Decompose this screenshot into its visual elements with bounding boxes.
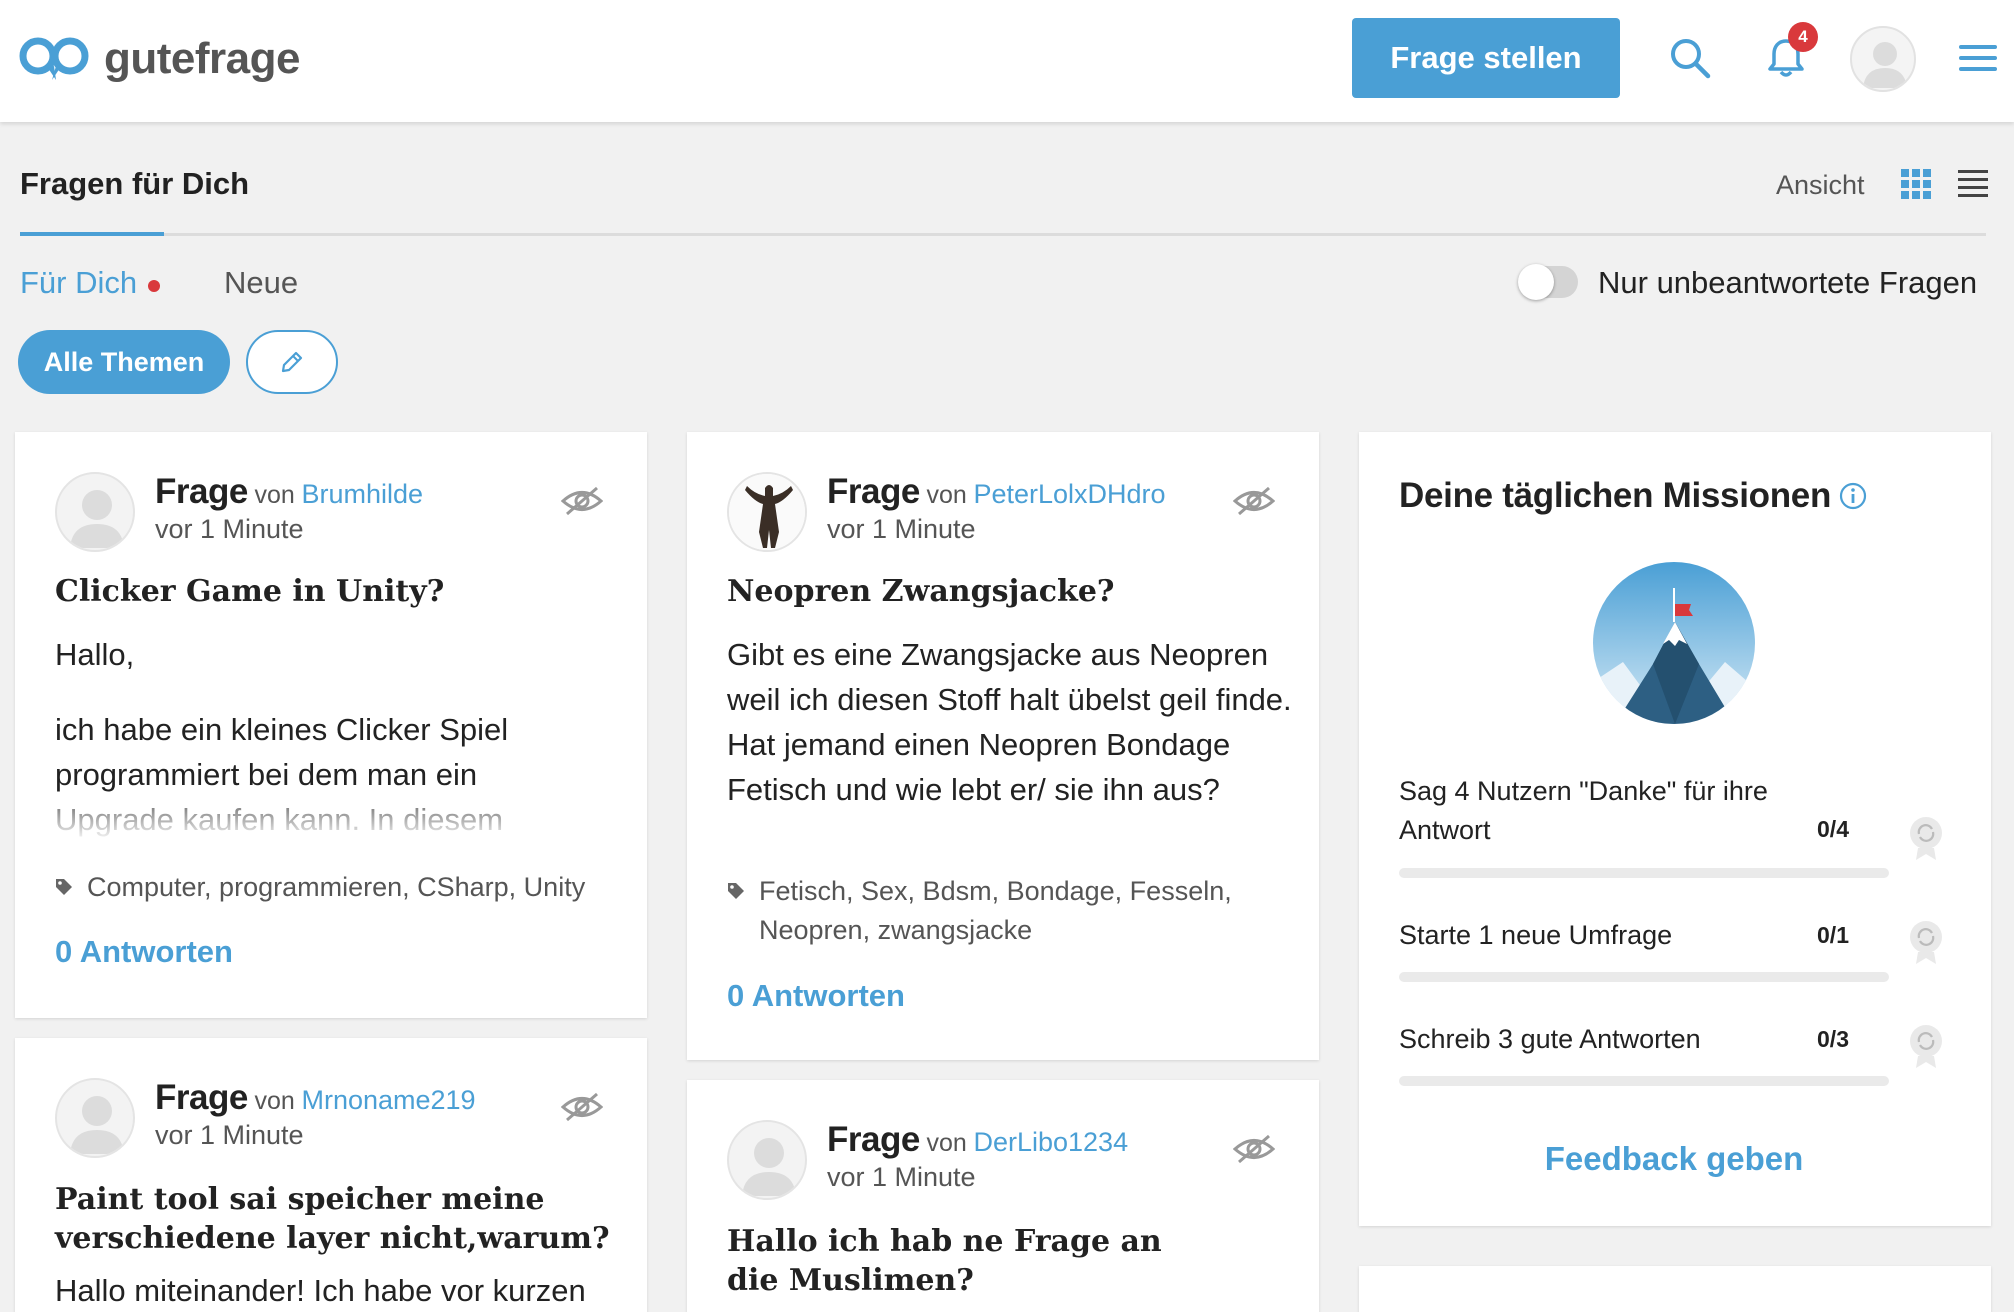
avatar[interactable] — [727, 1120, 807, 1200]
question-card[interactable]: Frage von Brumhilde vor 1 Minute Clicker… — [15, 432, 647, 1018]
info-icon[interactable] — [1839, 482, 1867, 515]
mission-progress-bar — [1399, 1076, 1889, 1086]
by-label: von — [926, 1129, 967, 1157]
timestamp: vor 1 Minute — [827, 1162, 976, 1192]
question-label: Frage — [155, 1078, 248, 1117]
reward-badge-icon — [1907, 814, 1991, 867]
search-icon[interactable] — [1660, 28, 1720, 88]
grid-view-icon[interactable] — [1900, 168, 1932, 205]
mission-count: 0/4 — [1817, 816, 1849, 842]
all-topics-button[interactable]: Alle Themen — [18, 330, 230, 394]
question-title[interactable]: Neopren Zwangsjacke? — [727, 572, 1287, 611]
tag-list: Computer, programmieren, CSharp, Unity — [55, 868, 615, 907]
mission-progress-bar — [1399, 868, 1889, 878]
question-title[interactable]: Hallo ich hab ne Frage an die Muslimen? — [727, 1222, 1207, 1300]
sidebar-card — [1359, 1266, 1991, 1312]
title-underline — [20, 232, 164, 236]
reward-badge-icon — [1907, 918, 1991, 971]
timestamp: vor 1 Minute — [827, 514, 976, 544]
mission-text: Sag 4 Nutzern "Danke" für ihre Antwort — [1399, 776, 1768, 845]
question-title[interactable]: Paint tool sai speicher meine verschiede… — [55, 1180, 615, 1258]
mission-item: Starte 1 neue Umfrage 0/1 — [1399, 916, 1889, 982]
question-card[interactable]: Frage von Mrnoname219 vor 1 Minute Paint… — [15, 1038, 647, 1312]
mission-count: 0/3 — [1817, 1026, 1849, 1052]
edit-topics-button[interactable] — [246, 330, 338, 394]
tab-neue[interactable]: Neue — [224, 265, 298, 301]
hide-eye-icon[interactable] — [1232, 486, 1276, 521]
toggle-knob[interactable] — [1518, 264, 1554, 300]
avatar[interactable] — [727, 472, 807, 552]
view-label: Ansicht — [1776, 170, 1865, 200]
by-label: von — [254, 481, 295, 509]
logo-icon — [19, 37, 89, 80]
question-label: Frage — [827, 472, 920, 511]
question-card[interactable]: Frage von DerLibo1234 vor 1 Minute Hallo… — [687, 1080, 1319, 1312]
list-view-icon[interactable] — [1958, 168, 1988, 205]
mission-count: 0/1 — [1817, 922, 1849, 948]
feedback-link[interactable]: Feedback geben — [1359, 1140, 1989, 1178]
mission-text: Schreib 3 gute Antworten — [1399, 1024, 1701, 1054]
pencil-icon — [281, 351, 303, 373]
logo[interactable]: gutefrage — [18, 30, 300, 88]
menu-icon[interactable] — [1948, 28, 2008, 88]
user-avatar[interactable] — [1850, 26, 1916, 92]
top-bar: gutefrage Frage stellen 4 — [0, 0, 2014, 122]
unanswered-toggle-label: Nur unbeantwortete Fragen — [1598, 265, 1978, 300]
timestamp: vor 1 Minute — [155, 514, 304, 544]
question-title[interactable]: Clicker Game in Unity? — [55, 572, 615, 611]
mission-item: Schreib 3 gute Antworten 0/3 — [1399, 1020, 1889, 1086]
question-label: Frage — [155, 472, 248, 511]
brand-name: gutefrage — [104, 34, 300, 83]
author-link[interactable]: DerLibo1234 — [973, 1127, 1128, 1157]
notification-badge: 4 — [1788, 22, 1818, 52]
unread-dot — [148, 280, 160, 292]
hide-eye-icon[interactable] — [560, 486, 604, 521]
author-link[interactable]: PeterLolxDHdro — [973, 479, 1165, 509]
daily-missions-panel: Deine täglichen Missionen Sag 4 Nutzern … — [1359, 432, 1991, 1226]
hide-eye-icon[interactable] — [1232, 1134, 1276, 1169]
tags[interactable]: Fetisch, Sex, Bdsm, Bondage, Fesseln, Ne… — [759, 872, 1267, 950]
page-title: Fragen für Dich — [20, 166, 250, 201]
tab-fuer-dich[interactable]: Für Dich — [20, 265, 137, 301]
hide-eye-icon[interactable] — [560, 1092, 604, 1127]
mountain-illustration — [1593, 562, 1755, 724]
text-fade — [15, 792, 647, 842]
mission-progress-bar — [1399, 972, 1889, 982]
tag-icon — [728, 883, 744, 899]
question-body: Hallo miteinander! Ich habe vor kurzen — [55, 1273, 586, 1308]
answers-count[interactable]: 0 Antworten — [55, 934, 233, 970]
question-body: Gibt es eine Zwangsjacke aus Neopren wei… — [727, 637, 1292, 807]
mission-text: Starte 1 neue Umfrage — [1399, 920, 1673, 950]
question-label: Frage — [827, 1120, 920, 1159]
tags[interactable]: Computer, programmieren, CSharp, Unity — [87, 868, 585, 907]
title-divider — [20, 233, 1986, 236]
missions-title: Deine täglichen Missionen — [1399, 476, 1832, 515]
tag-icon — [56, 879, 72, 895]
by-label: von — [254, 1087, 295, 1115]
mission-item: Sag 4 Nutzern "Danke" für ihre Antwort 0… — [1399, 772, 1889, 878]
author-link[interactable]: Brumhilde — [301, 479, 423, 509]
question-body-greeting: Hallo, — [55, 637, 135, 672]
ask-question-button[interactable]: Frage stellen — [1352, 18, 1620, 98]
avatar[interactable] — [55, 1078, 135, 1158]
author-link[interactable]: Mrnoname219 — [301, 1085, 475, 1115]
answers-count[interactable]: 0 Antworten — [727, 978, 905, 1014]
reward-badge-icon — [1907, 1022, 1991, 1075]
by-label: von — [926, 481, 967, 509]
tag-list: Fetisch, Sex, Bdsm, Bondage, Fesseln, Ne… — [727, 872, 1267, 950]
avatar[interactable] — [55, 472, 135, 552]
question-card[interactable]: Frage von PeterLolxDHdro vor 1 Minute Ne… — [687, 432, 1319, 1060]
timestamp: vor 1 Minute — [155, 1120, 304, 1150]
